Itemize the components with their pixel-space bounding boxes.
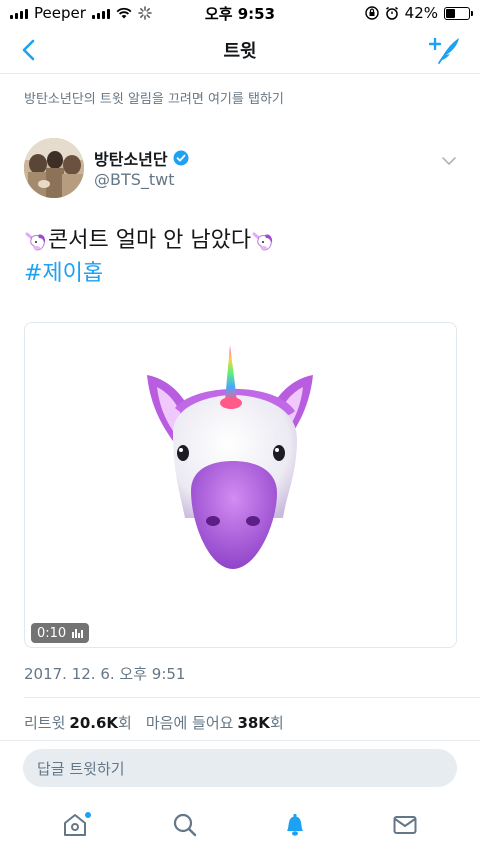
compose-tweet-button[interactable] [428, 34, 462, 66]
verified-badge-icon [173, 150, 189, 166]
tweet-timestamp: 2017. 12. 6. 오후 9:51 [24, 665, 186, 683]
chevron-down-icon [442, 157, 456, 165]
chevron-left-icon [22, 39, 35, 61]
avatar[interactable] [24, 138, 84, 198]
status-left: Peeper [10, 4, 152, 22]
retweet-unit: 회 [118, 714, 132, 732]
new-content-dot [85, 811, 91, 818]
tab-search[interactable] [155, 803, 215, 847]
carrier-name: Peeper [34, 4, 86, 22]
compose-tweet-icon [428, 37, 459, 64]
retweet-label: 리트윗 [24, 714, 66, 732]
status-right: 42% [364, 4, 473, 22]
signal-icon [10, 7, 28, 19]
tab-bar [0, 796, 480, 853]
tab-notifications[interactable] [265, 803, 325, 847]
page-title: 트윗 [223, 40, 257, 62]
like-unit: 회 [269, 714, 284, 732]
mail-icon [393, 815, 417, 834]
unicorn-animoji-video-frame [147, 345, 313, 569]
tweet-stats: 리트윗 20.6K회 마음에 들어요 38K회 [24, 712, 284, 733]
like-stat[interactable]: 38K회 [237, 712, 283, 733]
reply-bar: 답글 트윗하기 [0, 740, 480, 796]
like-count: 38K [237, 714, 270, 732]
wifi-icon [116, 7, 132, 19]
alarm-icon [385, 6, 398, 20]
cellular-signal-icon [91, 7, 110, 19]
orientation-lock-icon [364, 6, 379, 20]
video-duration-badge: 0:10 [31, 623, 90, 643]
back-button[interactable] [14, 36, 42, 64]
retweet-count: 20.6K [69, 714, 119, 732]
tweet-options-button[interactable] [438, 150, 460, 172]
status-bar: Peeper 오후 9:53 42% [0, 0, 480, 26]
hashtag-line: #제이홉 [24, 257, 460, 290]
reply-input[interactable]: 답글 트윗하기 [23, 749, 457, 787]
tab-home[interactable] [45, 803, 105, 847]
tweet-author: 방탄소년단 @BTS_twt [24, 138, 460, 202]
battery-icon [444, 6, 473, 20]
tweet-text: 콘서트 얼마 안 남았다 #제이홉 [24, 224, 460, 290]
bell-icon [287, 813, 303, 836]
tab-messages[interactable] [375, 803, 435, 847]
battery-percent: 42% [404, 4, 438, 22]
nav-bar: 트윗 [0, 26, 480, 74]
search-icon [173, 813, 197, 836]
notification-toggle-notice[interactable]: 방탄소년단의 트윗 알림을 끄려면 여기를 탭하기 [24, 88, 284, 107]
battery-fill [446, 8, 456, 18]
tweet-text-line: 콘서트 얼마 안 남았다 [24, 224, 460, 257]
like-label: 마음에 들어요 [145, 714, 234, 732]
author-name[interactable]: 방탄소년단 [94, 146, 168, 170]
unicorn-emoji-icon [25, 232, 46, 251]
video-player[interactable]: 0:10 [24, 322, 457, 648]
retweet-stat[interactable]: 20.6K회 [69, 712, 131, 733]
audio-levels-icon [72, 628, 84, 638]
hashtag-link[interactable]: #제이홉 [24, 257, 103, 290]
video-duration: 0:10 [37, 625, 67, 641]
tweet-text-content: 콘서트 얼마 안 남았다 [48, 228, 252, 253]
author-name-row: 방탄소년단 [94, 146, 189, 170]
avatar-image [24, 138, 84, 198]
author-handle[interactable]: @BTS_twt [94, 170, 175, 189]
divider [24, 697, 480, 698]
unicorn-emoji-icon [252, 232, 273, 251]
loading-spinner-icon [138, 6, 152, 20]
